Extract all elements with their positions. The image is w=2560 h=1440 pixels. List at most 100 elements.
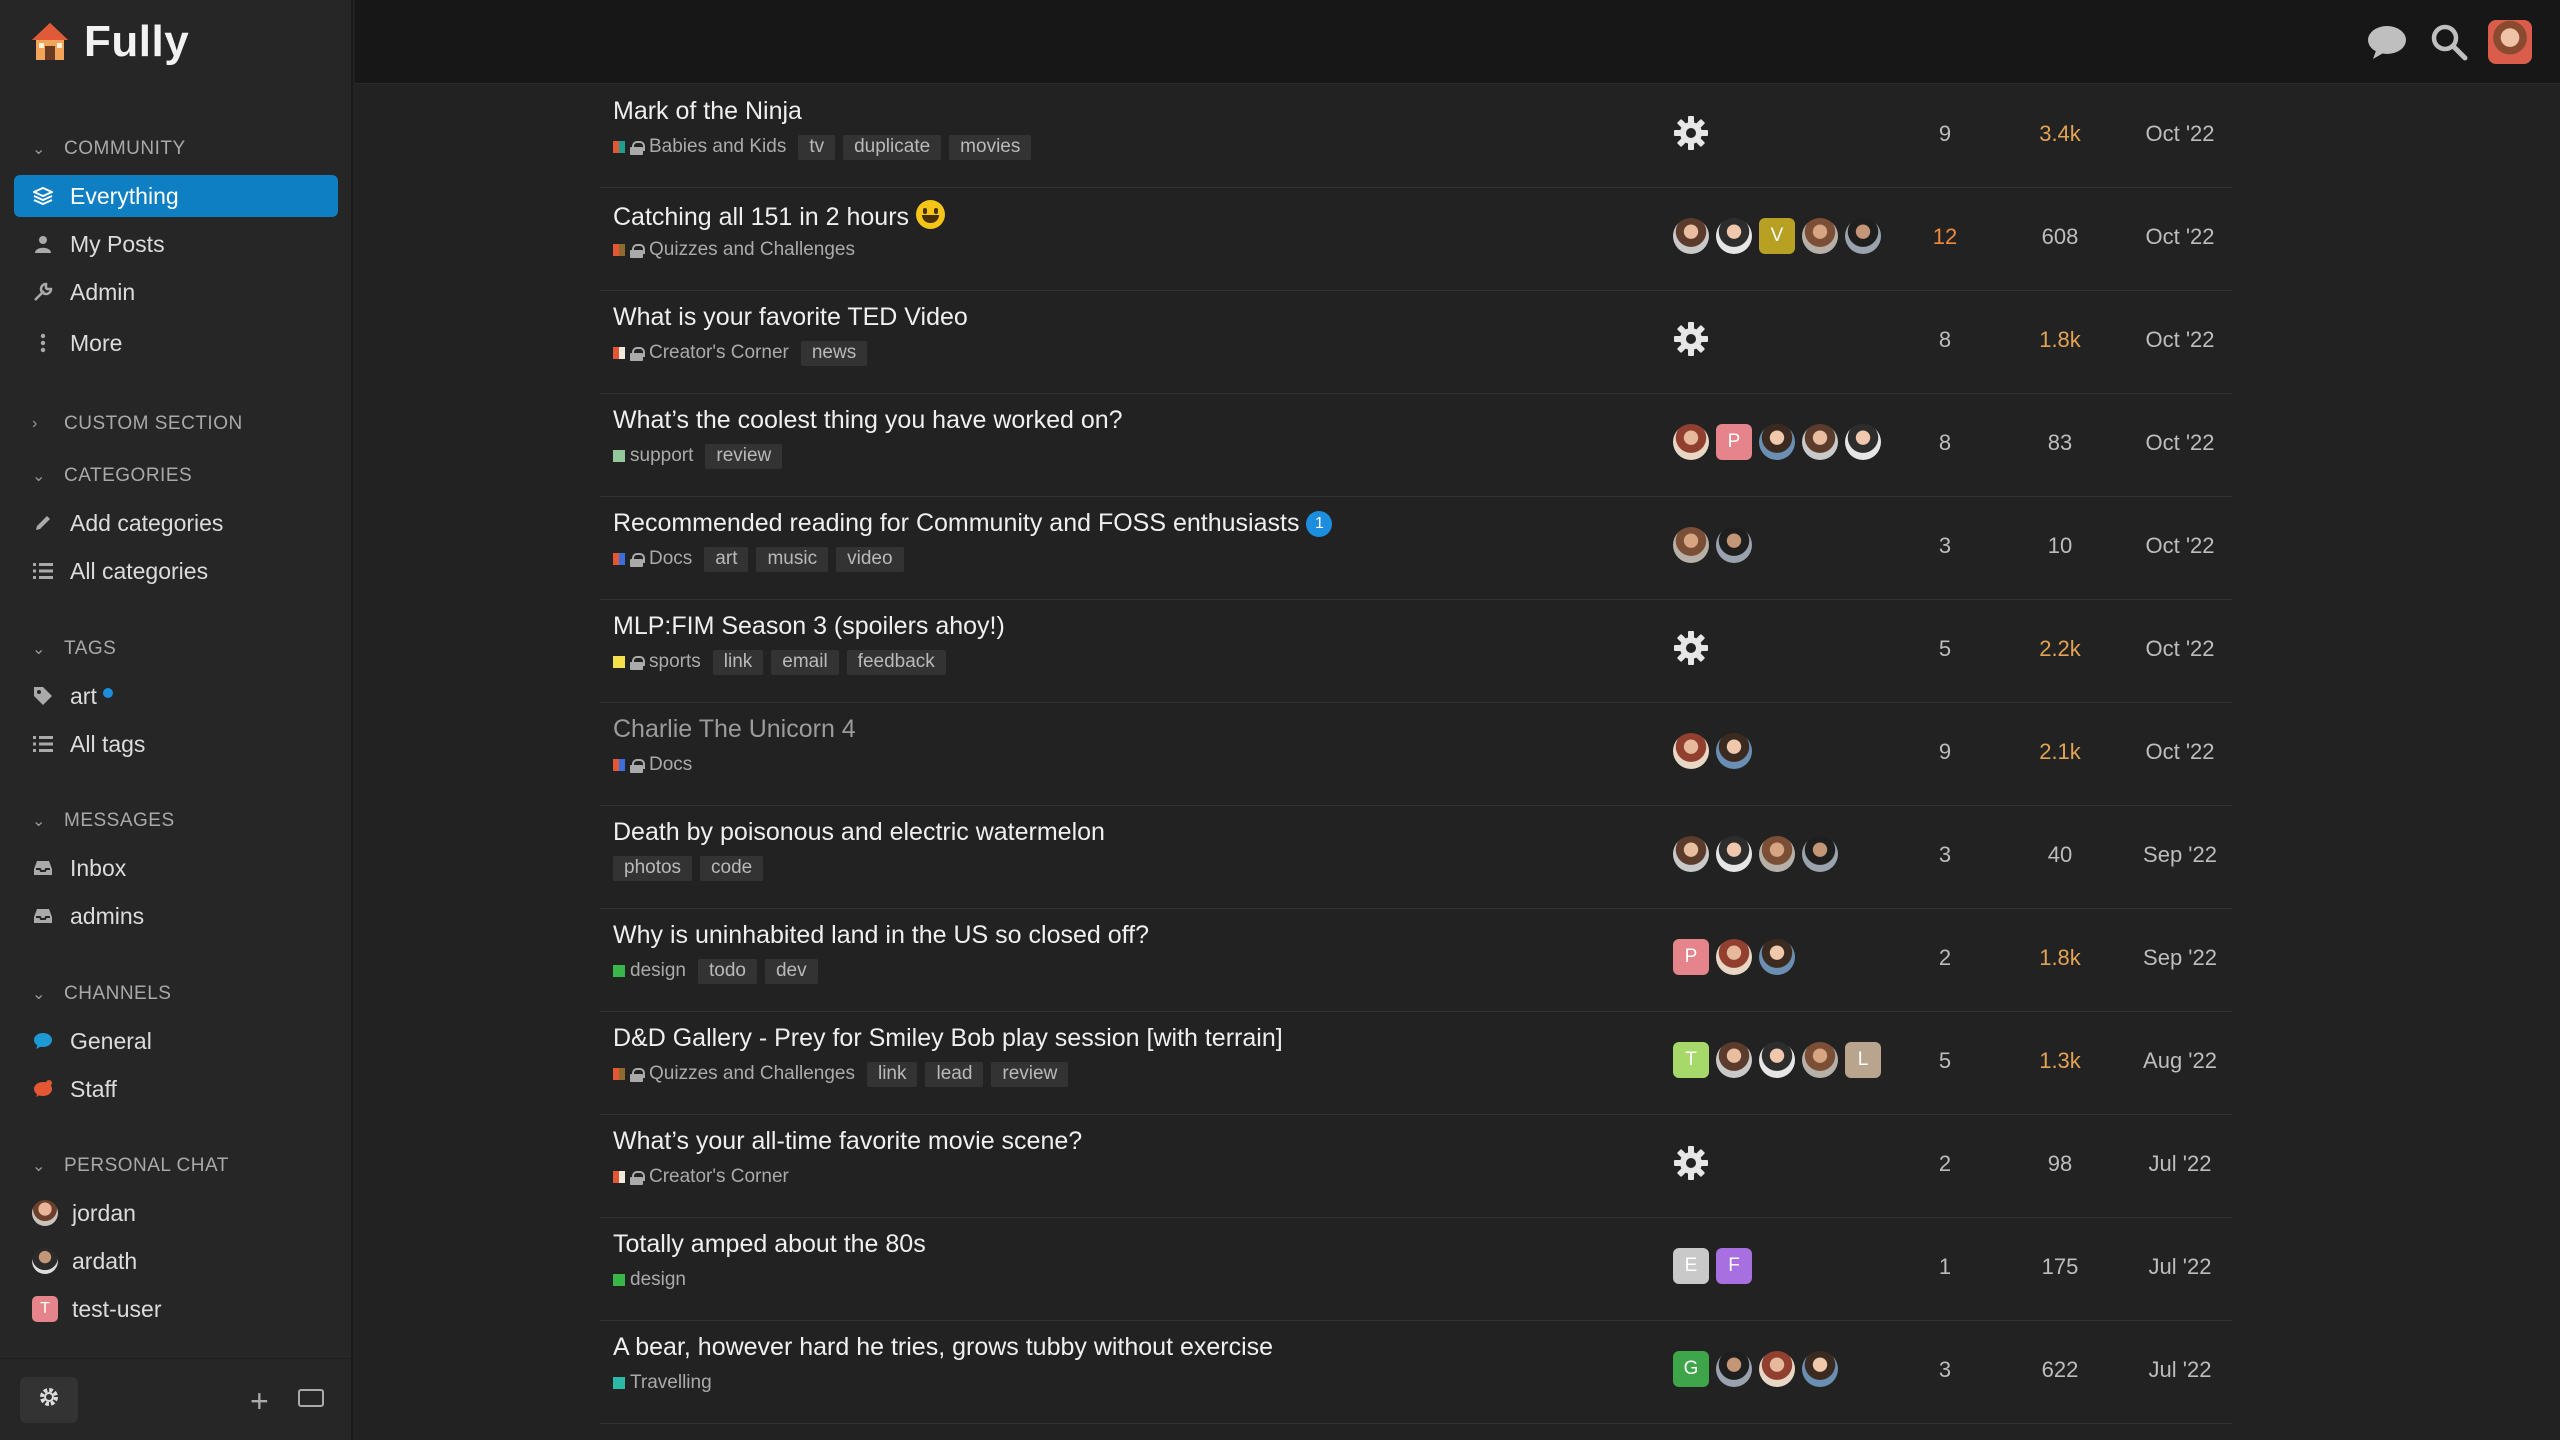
- last-activity[interactable]: Jul '22: [2130, 1151, 2230, 1177]
- last-activity[interactable]: Jul '22: [2130, 1254, 2230, 1280]
- category-badge[interactable]: Travelling: [613, 1372, 712, 1394]
- poster-avatar[interactable]: [1716, 1351, 1752, 1387]
- section-community-header[interactable]: ⌄ COMMUNITY: [32, 134, 186, 164]
- topic-tag[interactable]: code: [700, 855, 764, 881]
- topic-title-link[interactable]: Recommended reading for Community and FO…: [613, 509, 1333, 538]
- poster-avatar[interactable]: P: [1716, 424, 1752, 460]
- category-badge[interactable]: design: [613, 1269, 686, 1291]
- poster-avatar[interactable]: [1716, 1042, 1752, 1078]
- poster-avatar[interactable]: [1759, 424, 1795, 460]
- topic-tag[interactable]: photos: [613, 855, 693, 881]
- topic-row[interactable]: Death by poisonous and electric watermel…: [600, 806, 2232, 909]
- poster-avatar[interactable]: [1759, 1351, 1795, 1387]
- topic-title-link[interactable]: Catching all 151 in 2 hours: [613, 200, 946, 232]
- add-section-button[interactable]: +: [250, 1383, 269, 1420]
- poster-avatar[interactable]: [1673, 424, 1709, 460]
- poster-avatar[interactable]: [1716, 733, 1752, 769]
- poster-avatar[interactable]: [1759, 939, 1795, 975]
- topic-row[interactable]: MLP:FIM Season 3 (spoilers ahoy!) sports l…: [600, 600, 2232, 703]
- sidebar-item-chat-ardath[interactable]: ardath: [14, 1240, 338, 1282]
- customize-sidebar-button[interactable]: [20, 1377, 78, 1423]
- topic-row[interactable]: Catching all 151 in 2 hours Quizzes and C…: [600, 188, 2232, 291]
- topic-title-link[interactable]: A bear, however hard he tries, grows tub…: [613, 1333, 1273, 1362]
- section-custom-header[interactable]: › CUSTOM SECTION: [32, 409, 243, 439]
- sidebar-item-my-posts[interactable]: My Posts: [14, 223, 338, 265]
- last-activity[interactable]: Jul '22: [2130, 1357, 2230, 1383]
- category-badge[interactable]: Docs: [613, 754, 692, 776]
- poster-avatar[interactable]: T: [1673, 1042, 1709, 1078]
- poster-avatar[interactable]: [1802, 836, 1838, 872]
- sidebar-item-all-tags[interactable]: All tags: [14, 723, 338, 765]
- poster-avatar[interactable]: [1716, 527, 1752, 563]
- poster-avatar[interactable]: [1673, 733, 1709, 769]
- sidebar-item-all-categories[interactable]: All categories: [14, 550, 338, 592]
- last-activity[interactable]: Oct '22: [2130, 327, 2230, 353]
- category-badge[interactable]: Quizzes and Challenges: [613, 239, 855, 261]
- poster-avatar[interactable]: [1802, 1042, 1838, 1078]
- topic-title-link[interactable]: MLP:FIM Season 3 (spoilers ahoy!): [613, 612, 1005, 641]
- category-badge[interactable]: Creator's Corner: [613, 342, 789, 364]
- sidebar-item-chat-test-user[interactable]: T test-user: [14, 1288, 338, 1330]
- sidebar-item-more[interactable]: More: [14, 322, 338, 364]
- category-badge[interactable]: sports: [613, 651, 701, 673]
- category-badge[interactable]: Quizzes and Challenges: [613, 1063, 855, 1085]
- poster-avatar[interactable]: [1802, 424, 1838, 460]
- poster-avatar[interactable]: [1673, 836, 1709, 872]
- poster-avatar[interactable]: [1759, 836, 1795, 872]
- category-badge[interactable]: Creator's Corner: [613, 1166, 789, 1188]
- topic-tag[interactable]: feedback: [846, 649, 946, 675]
- poster-avatar[interactable]: V: [1759, 218, 1795, 254]
- poster-avatar[interactable]: [1716, 939, 1752, 975]
- topic-tag[interactable]: link: [866, 1061, 918, 1087]
- category-badge[interactable]: Docs: [613, 548, 692, 570]
- poster-avatar[interactable]: [1716, 836, 1752, 872]
- category-badge[interactable]: support: [613, 445, 693, 467]
- topic-row[interactable]: Why is uninhabited land in the US so clo…: [600, 909, 2232, 1012]
- topic-row[interactable]: D&D Gallery - Prey for Smiley Bob play s…: [600, 1012, 2232, 1115]
- sidebar-item-chat-jordan[interactable]: jordan: [14, 1192, 338, 1234]
- poster-avatar[interactable]: [1759, 1042, 1795, 1078]
- section-messages-header[interactable]: ⌄ MESSAGES: [32, 806, 175, 836]
- poster-avatar[interactable]: [1802, 218, 1838, 254]
- poster-avatar[interactable]: G: [1673, 1351, 1709, 1387]
- last-activity[interactable]: Oct '22: [2130, 224, 2230, 250]
- last-activity[interactable]: Oct '22: [2130, 739, 2230, 765]
- topic-tag[interactable]: news: [800, 340, 868, 366]
- system-gear-icon[interactable]: [1673, 1145, 1709, 1181]
- section-categories-header[interactable]: ⌄ CATEGORIES: [32, 461, 192, 491]
- poster-avatar[interactable]: F: [1716, 1248, 1752, 1284]
- topic-row[interactable]: What’s your all-time favorite movie scen…: [600, 1115, 2232, 1218]
- last-activity[interactable]: Sep '22: [2130, 945, 2230, 971]
- topic-tag[interactable]: art: [704, 546, 749, 572]
- topic-title-link[interactable]: Mark of the Ninja: [613, 97, 802, 126]
- system-gear-icon[interactable]: [1673, 321, 1709, 357]
- topic-title-link[interactable]: D&D Gallery - Prey for Smiley Bob play s…: [613, 1024, 1283, 1053]
- topic-title-link[interactable]: What is your favorite TED Video: [613, 303, 968, 332]
- topic-title-link[interactable]: What’s the coolest thing you have worked…: [613, 406, 1123, 435]
- section-personal-chat-header[interactable]: ⌄ PERSONAL CHAT: [32, 1151, 229, 1181]
- topic-title-link[interactable]: Why is uninhabited land in the US so clo…: [613, 921, 1149, 950]
- topic-tag[interactable]: duplicate: [843, 134, 942, 160]
- user-avatar-button[interactable]: [2488, 20, 2532, 64]
- system-gear-icon[interactable]: [1673, 630, 1709, 666]
- last-activity[interactable]: Oct '22: [2130, 121, 2230, 147]
- topic-tag[interactable]: todo: [698, 958, 757, 984]
- chat-icon[interactable]: [2365, 20, 2409, 64]
- site-logo[interactable]: Fully: [28, 14, 189, 70]
- system-gear-icon[interactable]: [1673, 115, 1709, 151]
- topic-row[interactable]: Mark of the Ninja Babies and Kids tv duplic…: [600, 85, 2232, 188]
- topic-tag[interactable]: review: [991, 1061, 1069, 1087]
- poster-avatar[interactable]: E: [1673, 1248, 1709, 1284]
- topic-row[interactable]: Totally amped about the 80s design E F 1 175 J…: [600, 1218, 2232, 1321]
- last-activity[interactable]: Aug '22: [2130, 1048, 2230, 1074]
- last-activity[interactable]: Sep '22: [2130, 842, 2230, 868]
- keyboard-shortcuts-icon[interactable]: [298, 1389, 324, 1407]
- topic-row[interactable]: What is your favorite TED Video Creator's…: [600, 291, 2232, 394]
- category-badge[interactable]: Babies and Kids: [613, 136, 786, 158]
- topic-row[interactable]: Recommended reading for Community and FO…: [600, 497, 2232, 600]
- poster-avatar[interactable]: [1802, 1351, 1838, 1387]
- poster-avatar[interactable]: [1673, 527, 1709, 563]
- section-tags-header[interactable]: ⌄ TAGS: [32, 634, 116, 664]
- poster-avatar[interactable]: [1845, 218, 1881, 254]
- poster-avatar[interactable]: [1716, 218, 1752, 254]
